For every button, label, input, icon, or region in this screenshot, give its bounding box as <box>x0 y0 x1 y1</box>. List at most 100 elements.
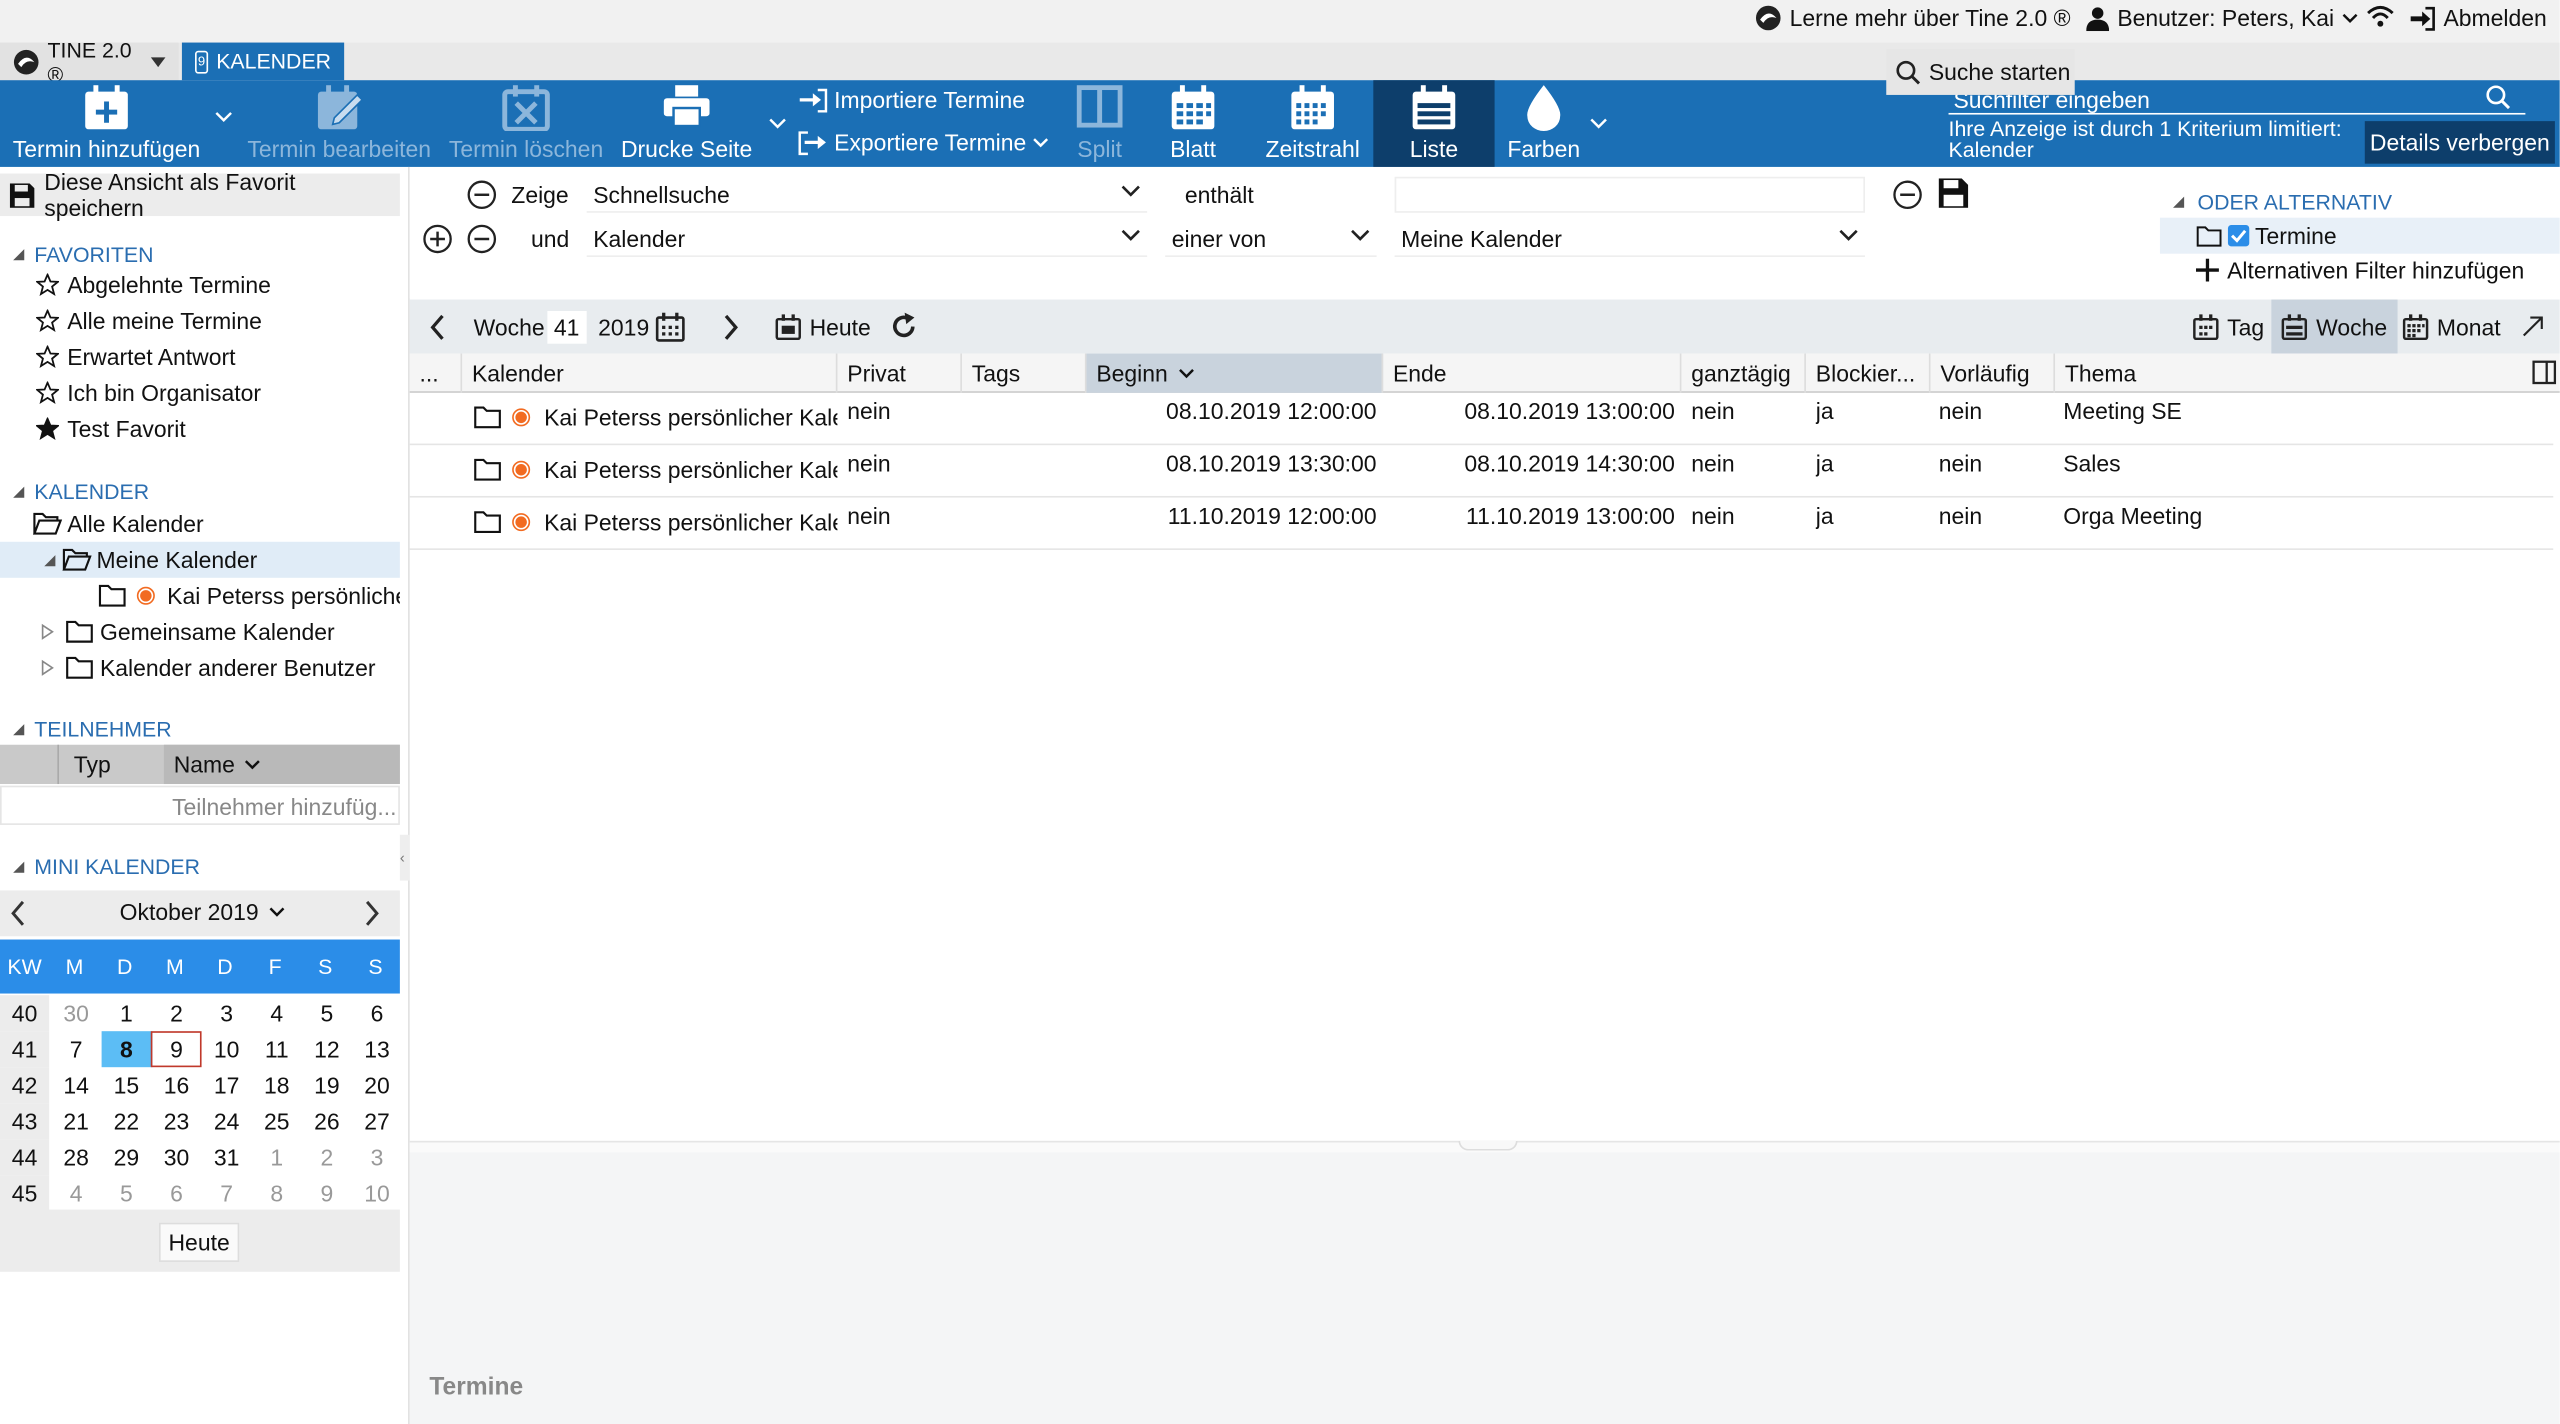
view-timeline-button[interactable]: Zeitstrahl <box>1255 80 1370 167</box>
date-picker-icon[interactable] <box>655 300 685 354</box>
collapse-panel-handle[interactable]: ‹ <box>399 834 410 881</box>
logout-link[interactable]: Abmelden <box>2409 5 2547 31</box>
mini-calendar-day[interactable]: 11 <box>251 1031 302 1067</box>
mini-calendar-day[interactable]: 14 <box>51 1067 102 1103</box>
calendar-week-number[interactable]: 40 <box>0 995 50 1032</box>
delete-appointment-button[interactable]: Termin löschen <box>442 80 609 167</box>
add-participant-input[interactable]: Teilnehmer hinzufüg... <box>0 785 400 825</box>
search-icon[interactable] <box>2486 85 2511 110</box>
remove-filter-icon[interactable] <box>1893 180 1922 210</box>
detail-panel-splitter[interactable] <box>409 1140 2560 1153</box>
remove-filter-icon[interactable] <box>467 224 497 254</box>
filter-operator-select[interactable]: einer von <box>1165 221 1377 257</box>
view-month-button[interactable]: Monat <box>2402 300 2501 354</box>
tab-tine[interactable]: TINE 2.0 ® <box>0 37 179 86</box>
filter-field-select-2[interactable]: Kalender <box>586 221 1148 257</box>
mini-calendar-day[interactable]: 31 <box>201 1139 252 1175</box>
import-appointments-button[interactable]: Importiere Termine <box>798 87 1025 113</box>
export-appointments-button[interactable]: Exportiere Termine <box>798 129 1049 155</box>
column-calendar-header[interactable]: Kalender <box>462 353 838 393</box>
view-sheet-button[interactable]: Blatt <box>1152 80 1234 167</box>
favorite-item[interactable]: Abgelehnte Termine <box>0 267 400 303</box>
add-appointment-button[interactable]: Termin hinzufügen <box>0 80 213 167</box>
refresh-icon[interactable] <box>890 300 918 354</box>
mini-calendar-day[interactable]: 15 <box>101 1067 152 1103</box>
mini-calendar-day[interactable]: 4 <box>51 1175 102 1211</box>
favorite-item[interactable]: Alle meine Termine <box>0 303 400 339</box>
participants-name-column[interactable]: Name <box>163 744 400 785</box>
add-alternative-filter-button[interactable]: Alternativen Filter hinzufügen <box>2195 257 2524 283</box>
tree-item-all-calendars[interactable]: Alle Kalender <box>0 506 400 542</box>
mini-calendar-day[interactable]: 29 <box>101 1139 152 1175</box>
mini-calendar-day[interactable]: 20 <box>352 1067 403 1103</box>
previous-period-icon[interactable] <box>429 300 445 354</box>
mini-calendar-day[interactable]: 2 <box>151 995 202 1031</box>
favorite-item[interactable]: Erwartet Antwort <box>0 339 400 375</box>
mini-calendar-day[interactable]: 25 <box>251 1103 302 1139</box>
mini-calendar-day[interactable]: 30 <box>51 995 102 1031</box>
today-button[interactable]: Heute <box>775 300 871 354</box>
add-filter-icon[interactable] <box>423 224 452 254</box>
calendar-week-number[interactable]: 41 <box>0 1031 50 1068</box>
mini-calendar-day[interactable]: 21 <box>51 1103 102 1139</box>
start-search-button[interactable]: Suche starten <box>1886 49 2075 95</box>
previous-month-icon[interactable] <box>10 900 26 926</box>
calendar-week-number[interactable]: 44 <box>0 1139 50 1176</box>
checkbox-checked-icon[interactable] <box>2227 224 2250 247</box>
mini-calendar-day[interactable]: 19 <box>302 1067 353 1103</box>
column-chooser-icon[interactable] <box>2532 360 2557 385</box>
mini-calendar-day[interactable]: 13 <box>352 1031 403 1067</box>
mini-calendar-day[interactable]: 3 <box>201 995 252 1031</box>
mini-calendar-day[interactable]: 22 <box>101 1103 152 1139</box>
next-month-icon[interactable] <box>364 900 380 926</box>
mini-calendar-day[interactable]: 10 <box>201 1031 252 1067</box>
calendar-week-number[interactable]: 45 <box>0 1175 50 1212</box>
hide-details-button[interactable]: Details verbergen <box>2364 121 2555 164</box>
mini-calendar-day[interactable]: 8 <box>251 1175 302 1211</box>
month-picker[interactable]: Oktober 2019 <box>120 899 285 925</box>
tree-item-other-users-calendars[interactable]: Kalender anderer Benutzer <box>0 650 400 686</box>
view-split-button[interactable]: Split <box>1057 80 1142 167</box>
mini-calendar-section-header[interactable]: ◢ MINI KALENDER <box>13 854 200 879</box>
tree-item-personal-calendar[interactable]: Kai Peterss persönlicher Kalender <box>0 578 400 614</box>
tab-calendar[interactable]: 9 KALENDER <box>181 42 345 81</box>
column-tags-header[interactable]: Tags <box>962 353 1087 393</box>
mini-calendar-today-button[interactable]: Heute <box>158 1222 240 1262</box>
appointment-row[interactable]: Kai Peterss persönlicher Kalender nein 11.… <box>409 498 2554 550</box>
view-list-button[interactable]: Liste <box>1373 80 1495 167</box>
appointment-row[interactable]: Kai Peterss persönlicher Kalender nein 08.… <box>409 393 2554 446</box>
mini-calendar-day[interactable]: 3 <box>352 1139 403 1175</box>
expand-arrow-icon[interactable] <box>2522 300 2543 354</box>
mini-calendar-day[interactable]: 5 <box>101 1175 152 1211</box>
mini-calendar-day[interactable]: 26 <box>302 1103 353 1139</box>
participants-checkbox-column[interactable] <box>0 744 59 785</box>
mini-calendar-day[interactable]: 7 <box>51 1031 102 1067</box>
mini-calendar-day[interactable]: 6 <box>151 1175 202 1211</box>
mini-calendar-day[interactable]: 1 <box>251 1139 302 1175</box>
mini-calendar-day[interactable]: 18 <box>251 1067 302 1103</box>
view-day-button[interactable]: Tag <box>2189 300 2267 354</box>
mini-calendar-day[interactable]: 2 <box>302 1139 353 1175</box>
print-dropdown-icon[interactable] <box>769 116 787 129</box>
favorite-item[interactable]: Ich bin Organisator <box>0 375 400 411</box>
mini-calendar-day[interactable]: 12 <box>302 1031 353 1067</box>
favorites-section-header[interactable]: ◢ FAVORITEN <box>13 242 153 267</box>
print-page-button[interactable]: Drucke Seite <box>613 80 760 167</box>
remove-filter-icon[interactable] <box>467 180 497 210</box>
mini-calendar-day[interactable]: 9 <box>302 1175 353 1211</box>
participants-section-header[interactable]: ◢ TEILNEHMER <box>13 717 172 742</box>
mini-calendar-day[interactable]: 30 <box>151 1139 202 1175</box>
column-menu-header[interactable]: ... <box>410 353 463 393</box>
or-alternative-header[interactable]: ◢ ODER ALTERNATIV <box>2173 190 2392 215</box>
calendar-week-number[interactable]: 42 <box>0 1067 50 1104</box>
save-favorite-button[interactable]: Diese Ansicht als Favorit speichern <box>0 169 400 221</box>
colors-dropdown-icon[interactable] <box>1590 116 1608 129</box>
mini-calendar-day[interactable]: 17 <box>201 1067 252 1103</box>
favorite-item[interactable]: Test Favorit <box>0 411 400 447</box>
alternative-filter-termine[interactable]: Termine <box>2159 217 2560 254</box>
participants-type-column[interactable]: Typ <box>74 751 111 777</box>
mini-calendar-day[interactable]: 9 <box>151 1031 202 1068</box>
filter-value-select[interactable]: Meine Kalender <box>1394 221 1865 257</box>
calendar-week-number[interactable]: 43 <box>0 1103 50 1140</box>
filter-value-input[interactable] <box>1394 176 1865 213</box>
